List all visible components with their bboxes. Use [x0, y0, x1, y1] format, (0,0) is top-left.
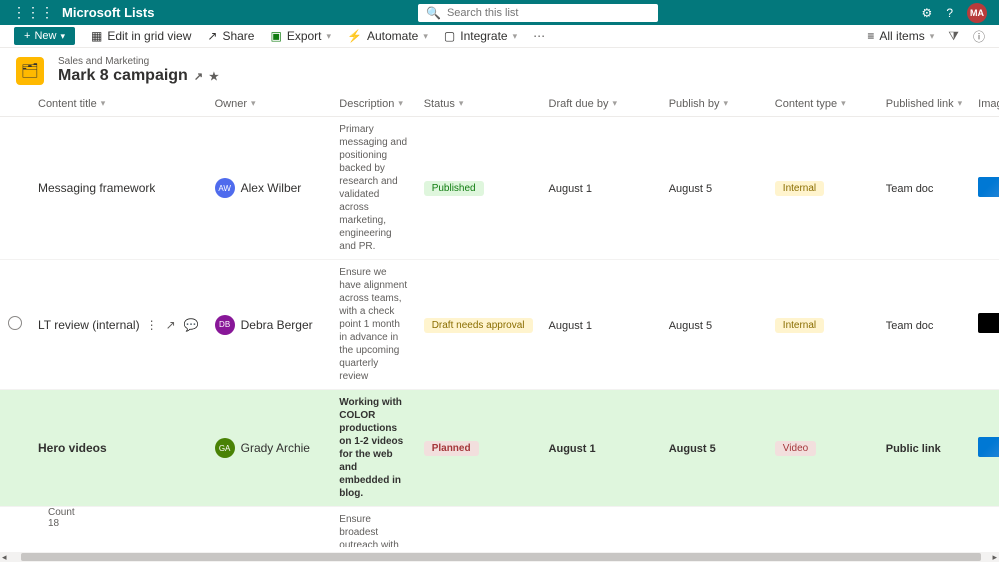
- table-row[interactable]: PR plan ILIsaiah Langer Ensure broadest …: [0, 507, 999, 548]
- integrate-icon: ▢: [444, 29, 455, 43]
- col-published-link[interactable]: Published link▾: [878, 91, 970, 117]
- list-table: Content title▾ Owner▾ Description▾ Statu…: [0, 91, 999, 547]
- cell-title[interactable]: LT review (internal): [38, 318, 140, 332]
- cell-publish-by: August 5: [669, 183, 712, 195]
- chevron-down-icon: ▾: [327, 31, 332, 42]
- col-owner[interactable]: Owner▾: [207, 91, 332, 117]
- cell-title[interactable]: Hero videos: [38, 441, 107, 455]
- app-header: ⋮⋮⋮ Microsoft Lists 🔍 ⚙ ? MA: [0, 0, 999, 25]
- cell-draft-due: August 1: [549, 443, 596, 455]
- cell-publish-by: August 5: [669, 320, 712, 332]
- settings-icon[interactable]: ⚙: [922, 6, 933, 20]
- scroll-left-icon[interactable]: ◂: [0, 552, 9, 563]
- col-status[interactable]: Status▾: [416, 91, 541, 117]
- export-button[interactable]: ▣ Export ▾: [270, 29, 331, 43]
- content-type-pill: Video: [775, 441, 816, 456]
- col-imagery[interactable]: Imagery🖼▾: [970, 91, 999, 117]
- cell-link[interactable]: Public link: [886, 443, 941, 455]
- content-type-pill: Internal: [775, 318, 824, 333]
- chevron-down-icon: ▾: [513, 31, 518, 42]
- person-avatar-icon: GA: [215, 438, 235, 458]
- search-box[interactable]: 🔍: [418, 4, 658, 22]
- share-small-icon[interactable]: ↗: [194, 70, 203, 83]
- cell-owner[interactable]: AWAlex Wilber: [215, 178, 324, 198]
- search-input[interactable]: [447, 7, 650, 19]
- row-select-radio[interactable]: [8, 316, 22, 330]
- table-row[interactable]: Hero videos GAGrady Archie Working with …: [0, 390, 999, 507]
- col-content-type[interactable]: Content type▾: [767, 91, 878, 117]
- col-description[interactable]: Description▾: [331, 91, 415, 117]
- col-publish-by[interactable]: Publish by▾: [661, 91, 767, 117]
- status-pill: Draft needs approval: [424, 318, 533, 333]
- cell-draft-due: August 1: [549, 320, 592, 332]
- status-pill: Published: [424, 181, 484, 196]
- col-content-title[interactable]: Content title▾: [30, 91, 207, 117]
- imagery-thumbnail[interactable]: [978, 313, 999, 333]
- chevron-down-icon: ▾: [60, 31, 65, 42]
- cell-description: Ensure broadest outreach with attach to …: [339, 513, 407, 547]
- table-row[interactable]: LT review (internal) ⋮ ↗ 💬 DBDebra Berger E…: [0, 260, 999, 390]
- select-all-column[interactable]: [0, 91, 30, 117]
- cell-owner[interactable]: GAGrady Archie: [215, 438, 324, 458]
- list-icon: ≡: [867, 29, 874, 43]
- list-icon: 🗂: [16, 57, 44, 85]
- horizontal-scrollbar[interactable]: ◂ ▸: [0, 552, 999, 562]
- all-items-view[interactable]: ≡ All items ▾: [867, 29, 934, 43]
- status-pill: Planned: [424, 441, 479, 456]
- row-comment-icon[interactable]: 💬: [184, 318, 199, 332]
- cell-draft-due: August 1: [549, 183, 592, 195]
- cell-link[interactable]: Team doc: [886, 320, 934, 332]
- list-header: 🗂 Sales and Marketing Mark 8 campaign ↗ …: [0, 48, 999, 91]
- plus-icon: +: [24, 30, 30, 42]
- list-table-wrap: Content title▾ Owner▾ Description▾ Statu…: [0, 91, 999, 547]
- automate-button[interactable]: ⚡ Automate ▾: [347, 29, 428, 43]
- excel-icon: ▣: [270, 29, 281, 43]
- cell-description: Ensure we have alignment across teams, w…: [339, 266, 407, 383]
- content-type-pill: Internal: [775, 181, 824, 196]
- row-more-icon[interactable]: ⋮: [146, 318, 158, 332]
- cell-description: Primary messaging and positioning backed…: [339, 123, 407, 253]
- share-button[interactable]: ↗ Share: [207, 29, 254, 43]
- help-icon[interactable]: ?: [946, 6, 953, 20]
- waffle-icon[interactable]: ⋮⋮⋮: [12, 4, 54, 21]
- grid-icon: ▦: [91, 29, 102, 43]
- flow-icon: ⚡: [347, 29, 362, 43]
- cell-link[interactable]: Team doc: [886, 183, 934, 195]
- user-avatar[interactable]: MA: [967, 3, 987, 23]
- scroll-thumb[interactable]: [21, 553, 981, 561]
- person-avatar-icon: DB: [215, 315, 235, 335]
- cell-title[interactable]: Messaging framework: [38, 181, 155, 195]
- cell-publish-by: August 5: [669, 443, 716, 455]
- favorite-icon[interactable]: ★: [209, 70, 219, 83]
- list-title: Mark 8 campaign ↗ ★: [58, 67, 219, 85]
- cell-description: Working with COLOR productions on 1-2 vi…: [339, 396, 407, 500]
- chevron-down-icon: ▾: [930, 31, 935, 42]
- overflow-icon[interactable]: ⋯: [533, 29, 545, 43]
- cell-owner[interactable]: DBDebra Berger: [215, 315, 324, 335]
- search-icon: 🔍: [426, 6, 441, 20]
- breadcrumb[interactable]: Sales and Marketing: [58, 56, 219, 67]
- table-row[interactable]: Messaging framework AWAlex Wilber Primar…: [0, 117, 999, 260]
- new-button[interactable]: + New ▾: [14, 27, 75, 45]
- count-footer: Count 18: [48, 507, 75, 529]
- app-title: Microsoft Lists: [62, 5, 154, 20]
- row-share-icon[interactable]: ↗: [166, 318, 176, 332]
- filter-icon[interactable]: ⧩: [948, 29, 959, 44]
- header-row: Content title▾ Owner▾ Description▾ Statu…: [0, 91, 999, 117]
- share-icon: ↗: [207, 29, 217, 43]
- scroll-right-icon[interactable]: ▸: [990, 552, 999, 563]
- imagery-thumbnail[interactable]: [978, 437, 999, 457]
- edit-grid-button[interactable]: ▦ Edit in grid view: [91, 29, 191, 43]
- col-draft-due[interactable]: Draft due by▾: [541, 91, 661, 117]
- info-icon[interactable]: ⓘ: [973, 28, 985, 45]
- toolbar: + New ▾ ▦ Edit in grid view ↗ Share ▣ Ex…: [0, 25, 999, 48]
- chevron-down-icon: ▾: [423, 31, 428, 42]
- imagery-thumbnail[interactable]: [978, 177, 999, 197]
- person-avatar-icon: AW: [215, 178, 235, 198]
- integrate-button[interactable]: ▢ Integrate ▾: [444, 29, 517, 43]
